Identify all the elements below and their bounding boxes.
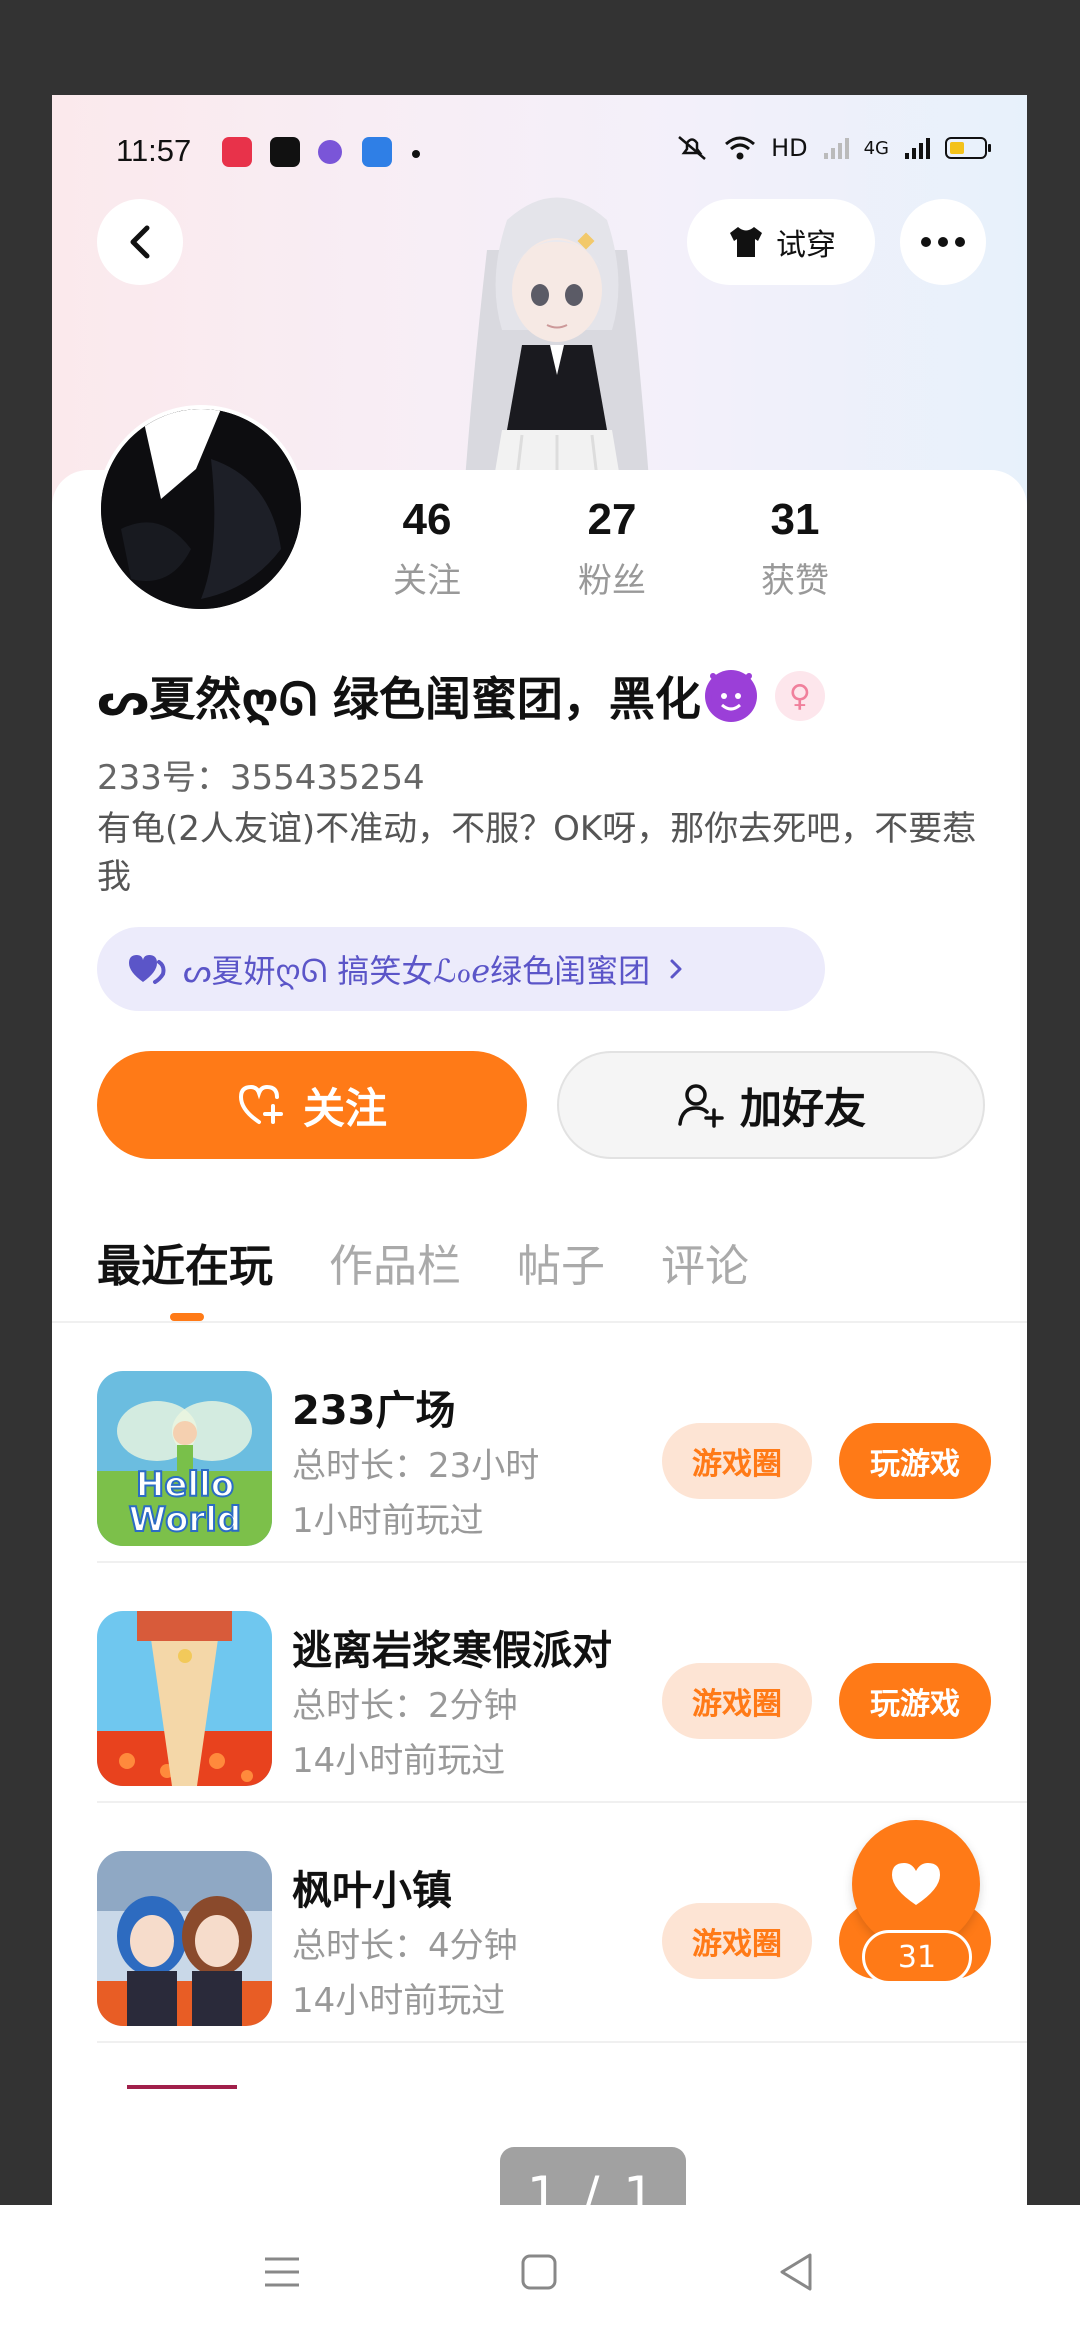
wifi-icon <box>725 136 756 160</box>
user-id: 233号：355435254 <box>97 758 425 798</box>
game-circle-button[interactable]: 游戏圈 <box>662 1423 812 1499</box>
game-duration: 总时长：4分钟 <box>292 1926 518 1966</box>
bio-text: 有龟(2人友谊)不准动，不服？OK呀，那你去死吧，不要惹我 <box>97 809 977 897</box>
status-time: 11:57 <box>116 133 192 168</box>
like-button[interactable] <box>852 1820 980 1948</box>
network-label: HD <box>771 134 808 162</box>
game-last-played: 14小时前玩过 <box>292 1741 506 1781</box>
more-icon <box>921 237 965 247</box>
avatar-image <box>101 409 301 609</box>
avatar[interactable] <box>97 405 305 613</box>
stat-following-value: 46 <box>402 495 452 544</box>
tshirt-icon <box>730 227 762 257</box>
game-thumb-text-1: Hello <box>136 1465 234 1505</box>
avatar-character-illustration <box>462 197 652 520</box>
heart-group-icon <box>129 955 166 984</box>
row-divider <box>97 2041 1027 2043</box>
heart-plus-icon <box>238 1084 283 1124</box>
stat-followers-value: 27 <box>587 495 637 544</box>
stat-followers-label: 粉丝 <box>578 561 646 601</box>
status-bar: 11:57 HD 4G <box>52 95 1027 215</box>
follow-button[interactable]: 关注 <box>97 1051 527 1159</box>
tab-recent-play[interactable]: 最近在玩 <box>97 1230 273 1294</box>
tab-comments[interactable]: 评论 <box>661 1230 749 1294</box>
chevron-left-icon <box>130 225 150 259</box>
game-circle-button[interactable]: 游戏圈 <box>662 1903 812 1979</box>
more-notifications-dot <box>412 150 420 158</box>
stat-likes-value: 31 <box>770 495 820 544</box>
nickname: ᔕ夏然ღᘏ 绿色闺蜜团，黑化 ♀ <box>97 663 825 729</box>
page-indicator: 1 / 1 <box>500 2147 686 2205</box>
status-right-icons: HD 4G <box>675 133 991 163</box>
add-friend-label: 加好友 <box>739 1083 866 1133</box>
play-game-button[interactable]: 玩游戏 <box>839 1663 991 1739</box>
active-tab-indicator <box>170 1313 204 1321</box>
game-duration: 总时长：23小时 <box>292 1446 540 1486</box>
like-count-badge: 31 <box>862 1930 972 1984</box>
game-title: 逃离岩浆寒假派对 <box>292 1628 612 1674</box>
mute-bell-icon <box>678 136 706 160</box>
tab-works[interactable]: 作品栏 <box>329 1230 461 1294</box>
back-button-icon[interactable] <box>776 2251 816 2293</box>
chevron-right-icon <box>670 959 682 979</box>
home-button-icon[interactable] <box>520 2253 558 2291</box>
game-last-played: 14小时前玩过 <box>292 1981 506 2021</box>
signal-icon <box>823 138 849 159</box>
game-thumbnail[interactable] <box>97 1851 272 2026</box>
game-thumbnail[interactable]: Hello World <box>97 1371 272 1546</box>
notification-app-icon-2 <box>318 140 342 164</box>
game-list-item[interactable]: Hello World 233广场 总时长：23小时 1小时前玩过 游戏圈 玩游… <box>97 1323 1027 1563</box>
follow-label: 关注 <box>302 1083 387 1133</box>
screenshot-frame: 11:57 HD 4G 试穿 46 关注 27 粉丝 31 获赞 ᔕ夏然ღᘏ 绿… <box>52 95 1027 2205</box>
game-thumb-text-2: World <box>129 1500 241 1540</box>
gender-female-icon: ♀ <box>774 671 825 721</box>
try-on-label: 试穿 <box>776 228 836 263</box>
battery-icon <box>945 137 991 159</box>
signal-icon-2 <box>905 138 930 159</box>
devil-emoji-icon <box>704 670 757 722</box>
tab-posts[interactable]: 帖子 <box>517 1230 605 1294</box>
stat-likes-label: 获赞 <box>761 561 829 601</box>
play-game-button[interactable]: 玩游戏 <box>839 1423 991 1499</box>
stat-followers[interactable]: 27 粉丝 <box>542 495 682 602</box>
add-friend-button[interactable]: 加好友 <box>557 1051 985 1159</box>
group-label: ᔕ夏妍ღᘏ 搞笑女ℒℴℯ绿色闺蜜团 <box>183 952 651 990</box>
game-title: 233广场 <box>292 1388 456 1434</box>
game-thumbnail[interactable] <box>97 1611 272 1786</box>
stat-following[interactable]: 46 关注 <box>357 495 497 602</box>
notification-app-icon-3 <box>362 137 392 167</box>
notification-app-icon <box>222 137 252 167</box>
profile-tabs: 最近在玩 作品栏 帖子 评论 <box>97 1230 749 1294</box>
system-navigation-bar <box>0 2205 1080 2340</box>
back-button[interactable] <box>97 199 183 285</box>
add-user-icon <box>678 1084 724 1128</box>
notification-recorder-icon <box>270 137 300 167</box>
group-badge-link[interactable]: ᔕ夏妍ღᘏ 搞笑女ℒℴℯ绿色闺蜜团 <box>97 927 825 1011</box>
game-list-item[interactable]: 逃离岩浆寒假派对 总时长：2分钟 14小时前玩过 游戏圈 玩游戏 <box>97 1563 1027 1803</box>
stat-following-label: 关注 <box>393 561 461 601</box>
try-on-button[interactable]: 试穿 <box>687 199 875 285</box>
more-button[interactable] <box>900 199 986 285</box>
game-circle-button[interactable]: 游戏圈 <box>662 1663 812 1739</box>
game-last-played: 1小时前玩过 <box>292 1501 484 1541</box>
stat-likes[interactable]: 31 获赞 <box>725 495 865 602</box>
menu-icon[interactable] <box>262 2253 302 2291</box>
nickname-text: ᔕ夏然ღᘏ 绿色闺蜜团，黑化 <box>97 672 701 726</box>
next-item-hint <box>127 2085 237 2089</box>
heart-icon <box>892 1863 940 1905</box>
game-duration: 总时长：2分钟 <box>292 1686 518 1726</box>
game-title: 枫叶小镇 <box>292 1868 452 1914</box>
network-type: 4G <box>863 137 889 159</box>
